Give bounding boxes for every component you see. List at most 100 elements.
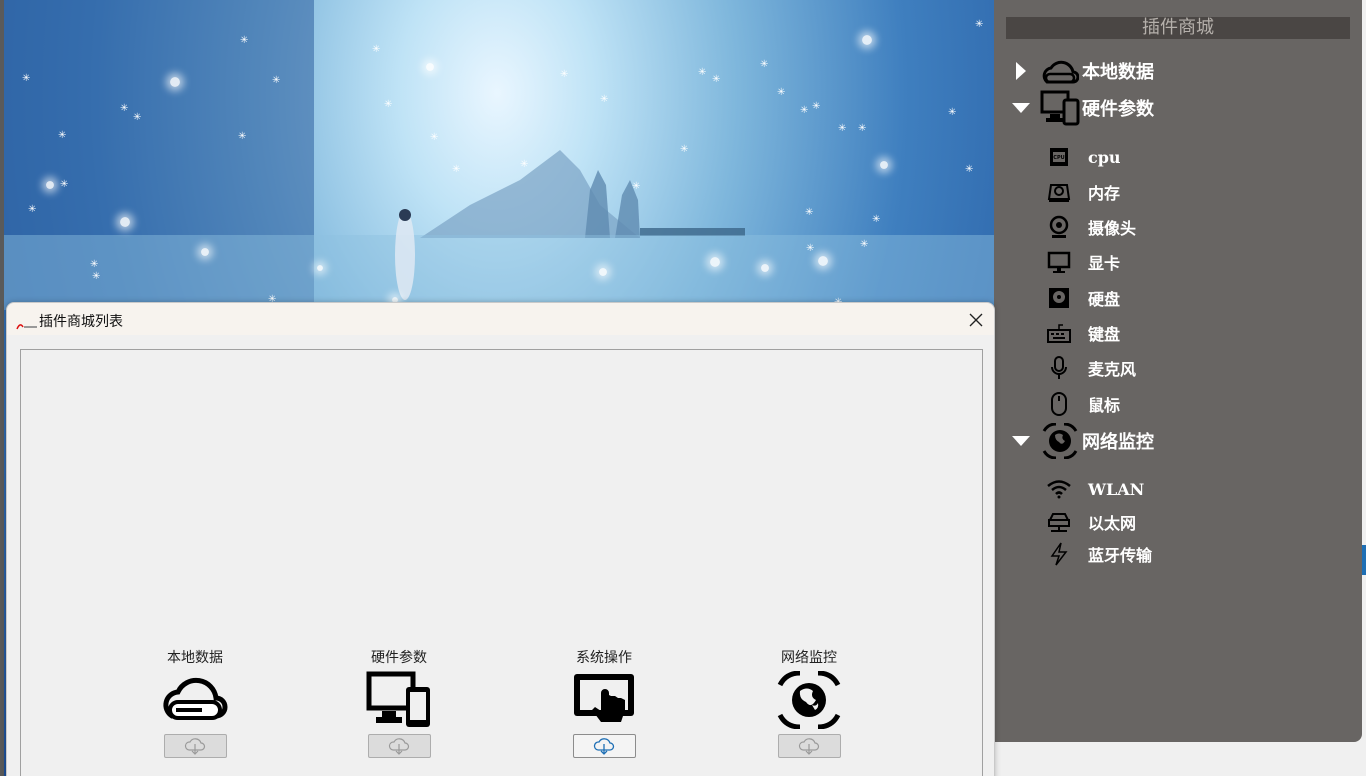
globe-icon (776, 670, 842, 730)
snowflake-decoration: ✳ (92, 271, 101, 282)
snowflake-decoration: ✳ (800, 105, 809, 116)
tree-item-harddisk[interactable]: 硬盘 (1046, 282, 1120, 314)
cloud-download-icon (388, 738, 410, 755)
snowflake-decoration: ✳ (838, 123, 847, 134)
download-button[interactable] (367, 734, 431, 758)
app-logo-icon (16, 316, 38, 330)
tree-item-ethernet[interactable]: 以太网 (1046, 506, 1136, 538)
tree-item-gpu[interactable]: 显卡 (1046, 246, 1120, 278)
touch-tablet-icon (571, 670, 637, 730)
tree-item-label: 内存 (1088, 184, 1121, 203)
light-particle-decoration (120, 217, 130, 227)
tree-item-label: 鼠标 (1088, 396, 1121, 415)
snowflake-decoration: ✳ (133, 112, 142, 123)
plugin-store-panel: 插件商城 本地数据 硬件参数 CPU cpu 内存 摄像头 显卡 硬盘 键盘 麦… (994, 0, 1362, 742)
cloud-drive-icon (1040, 53, 1080, 89)
snowflake-decoration: ✳ (698, 67, 707, 78)
ethernet-icon (1046, 509, 1072, 535)
plugin-list-area: 本地数据 硬件参数 系统操作 网络监控 (20, 349, 983, 776)
cloud-drive-icon (162, 670, 228, 730)
snowflake-decoration: ✳ (452, 164, 461, 175)
light-particle-decoration (761, 264, 769, 272)
plugin-card-hardware: 硬件参数 (339, 648, 459, 758)
dialog-title: 插件商城列表 (39, 313, 123, 329)
tree-item-memory[interactable]: 内存 (1046, 176, 1120, 208)
snowflake-decoration: ✳ (860, 239, 869, 250)
globe-icon (1040, 423, 1080, 459)
cloud-download-icon (798, 738, 820, 755)
snowflake-decoration: ✳ (858, 123, 867, 134)
window-left-edge (0, 0, 4, 776)
snowflake-decoration: ✳ (22, 73, 31, 84)
wifi-icon (1046, 476, 1072, 502)
snowflake-decoration: ✳ (760, 59, 769, 70)
memory-icon (1046, 179, 1072, 205)
devices-icon (366, 670, 432, 730)
tree-item-mouse[interactable]: 鼠标 (1046, 388, 1120, 420)
tree-item-bluetooth-transfer[interactable]: 蓝牙传输 (1046, 538, 1152, 570)
snowflake-decoration: ✳ (272, 75, 281, 86)
snowflake-decoration: ✳ (372, 44, 381, 55)
light-particle-decoration (170, 77, 180, 87)
download-button[interactable] (777, 734, 841, 758)
snowflake-decoration: ✳ (680, 144, 689, 155)
plugin-name: 网络监控 (781, 650, 837, 666)
snowflake-decoration: ✳ (520, 159, 529, 170)
cpu-icon: CPU (1046, 144, 1072, 170)
snowflake-decoration: ✳ (560, 69, 569, 80)
cloud-download-icon (593, 738, 615, 755)
plugin-card-local-data: 本地数据 (135, 648, 255, 758)
cloud-download-icon (184, 738, 206, 755)
tree-item-label: WLAN (1088, 479, 1145, 499)
microphone-icon (1046, 355, 1072, 381)
snowflake-decoration: ✳ (948, 107, 957, 118)
light-particle-decoration (880, 161, 888, 169)
snowflake-decoration: ✳ (58, 130, 67, 141)
dialog-titlebar[interactable]: 插件商城列表 (7, 303, 994, 335)
tree-category-local-data[interactable]: 本地数据 (1012, 53, 1154, 89)
collapsed-arrow-icon[interactable] (1012, 62, 1030, 80)
tree-item-webcam[interactable]: 摄像头 (1046, 211, 1136, 243)
tree-item-microphone[interactable]: 麦克风 (1046, 352, 1136, 384)
snowflake-decoration: ✳ (600, 94, 609, 105)
tree-item-cpu[interactable]: CPU cpu (1046, 141, 1121, 173)
right-edge-accent-strip (1362, 545, 1366, 575)
tree-category-label: 硬件参数 (1082, 99, 1154, 120)
snowflake-decoration: ✳ (975, 19, 984, 30)
download-button[interactable] (163, 734, 227, 758)
light-particle-decoration (201, 248, 209, 256)
tree-item-label: 显卡 (1088, 254, 1121, 273)
snowflake-decoration: ✳ (812, 101, 821, 112)
lightning-icon (1046, 541, 1072, 567)
harddisk-icon (1046, 285, 1072, 311)
expanded-arrow-icon[interactable] (1012, 432, 1030, 450)
tree-item-label: cpu (1088, 147, 1121, 167)
download-button[interactable] (572, 734, 636, 758)
snowflake-decoration: ✳ (238, 131, 247, 142)
expanded-arrow-icon[interactable] (1012, 99, 1030, 117)
light-particle-decoration (599, 268, 607, 276)
panel-title: 插件商城 (1006, 17, 1350, 39)
close-icon[interactable] (969, 313, 983, 327)
light-particle-decoration (426, 63, 434, 71)
snowflake-decoration: ✳ (60, 179, 69, 190)
tree-category-label: 网络监控 (1082, 432, 1154, 453)
tree-category-hardware[interactable]: 硬件参数 (1012, 90, 1154, 126)
tree-item-label: 摄像头 (1088, 219, 1137, 238)
tree-category-network[interactable]: 网络监控 (1012, 423, 1154, 459)
tree-item-keyboard[interactable]: 键盘 (1046, 317, 1120, 349)
snowflake-decoration: ✳ (806, 243, 815, 254)
snowflake-decoration: ✳ (965, 164, 974, 175)
tree-item-wlan[interactable]: WLAN (1046, 473, 1144, 505)
devices-icon (1040, 90, 1080, 126)
monitor-icon (1046, 249, 1072, 275)
tree-category-label: 本地数据 (1082, 62, 1154, 83)
snowflake-decoration: ✳ (240, 35, 249, 46)
wallpaper-scenery (0, 0, 994, 310)
tree-item-label: 以太网 (1088, 514, 1137, 533)
plugin-list-dialog: 插件商城列表 本地数据 硬件参数 系统操作 网络监控 (6, 302, 995, 776)
light-particle-decoration (46, 181, 54, 189)
plugin-name: 本地数据 (167, 650, 223, 666)
close-button[interactable] (962, 307, 990, 333)
light-particle-decoration (317, 265, 323, 271)
